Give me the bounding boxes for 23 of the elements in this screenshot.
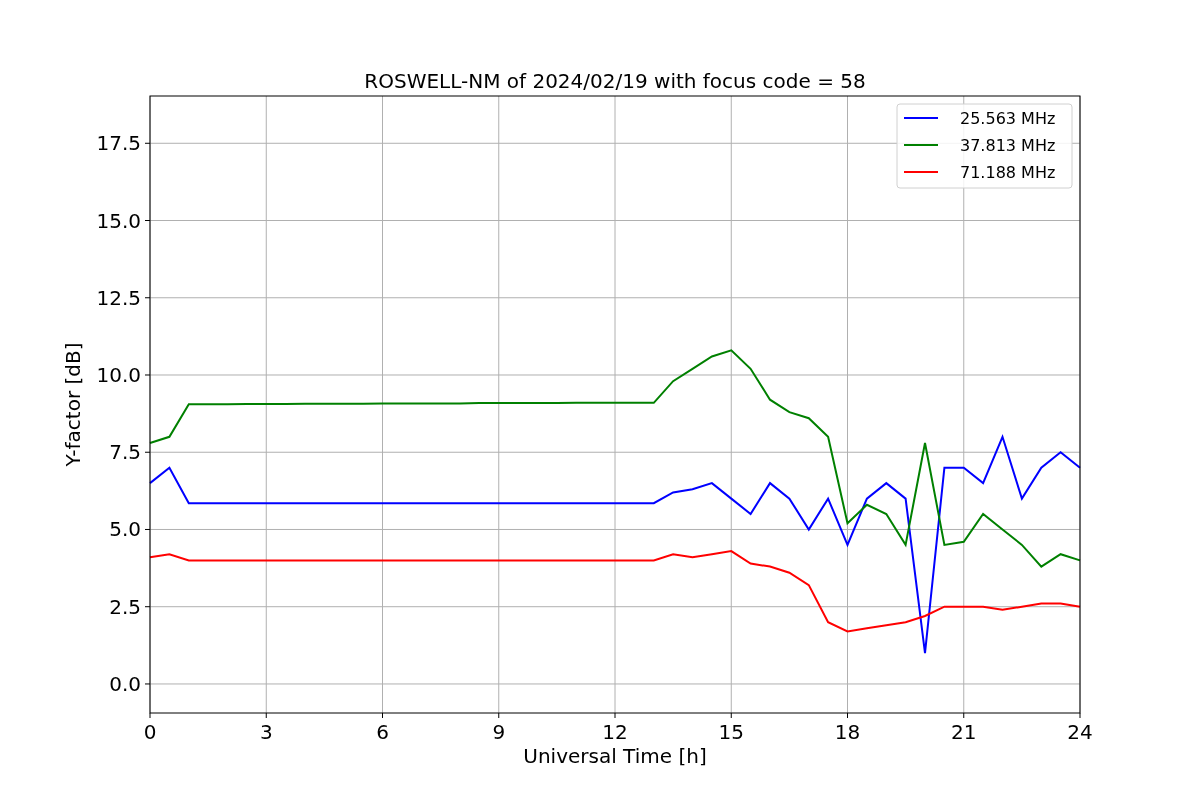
y-tick-label: 5.0 [109,517,141,542]
x-tick-label: 9 [492,720,506,744]
x-tick-label: 3 [259,720,273,744]
legend-label: 37.813 MHz [960,136,1056,155]
x-tick-label: 0 [143,720,157,744]
y-tick-label: 10.0 [96,363,141,387]
chart-title: ROSWELL-NM of 2024/02/19 with focus code = 58 [364,69,866,93]
y-tick-label: 17.5 [96,131,141,156]
x-tick-label: 18 [834,720,861,744]
y-axis-label: Y-factor [dB] [61,342,85,467]
x-axis-label: Universal Time [h] [523,744,707,768]
x-tick-label: 21 [951,720,977,744]
y-tick-label: 12.5 [96,285,141,310]
legend-label: 25.563 MHz [960,109,1056,128]
x-tick-label: 15 [718,720,744,744]
x-tick-label: 24 [1067,720,1093,744]
y-tick-label: 15.0 [96,208,141,233]
x-tick-label: 6 [376,720,389,744]
y-tick-label: 7.5 [109,440,141,465]
x-tick-label: 12 [602,720,628,744]
legend-label: 71.188 MHz [960,163,1056,182]
y-tick-label: 0.0 [109,671,141,696]
y-tick-label: 2.5 [109,594,141,619]
